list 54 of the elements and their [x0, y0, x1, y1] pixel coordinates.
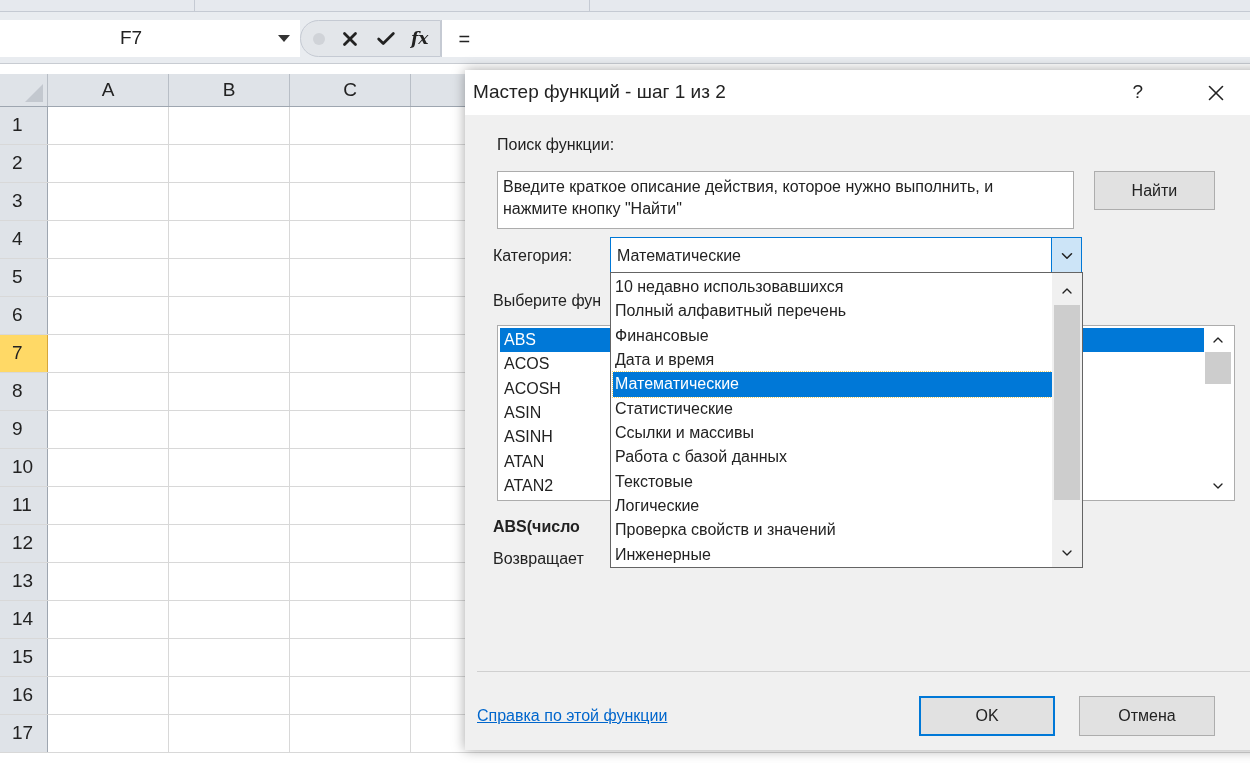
find-button[interactable]: Найти [1093, 171, 1215, 210]
category-dropdown[interactable]: Математические [610, 237, 1082, 275]
insert-function-button[interactable]: fx [411, 25, 429, 52]
row-header[interactable]: 15 [0, 639, 48, 676]
row-header[interactable]: 6 [0, 297, 48, 334]
function-signature: ABS(число [493, 517, 580, 537]
row-header[interactable]: 11 [0, 487, 48, 524]
select-all-icon [25, 84, 43, 102]
category-option[interactable]: Дата и время [613, 348, 1052, 373]
help-button[interactable]: ? [1132, 78, 1143, 107]
category-option[interactable]: Математические [613, 372, 1052, 397]
row-header[interactable]: 9 [0, 411, 48, 448]
category-option[interactable]: Инженерные [613, 542, 1052, 567]
category-option[interactable]: Статистические [613, 396, 1052, 421]
search-label: Поиск функции: [497, 135, 616, 155]
column-header[interactable]: A [48, 74, 169, 106]
row-header[interactable]: 3 [0, 183, 48, 220]
function-description: Возвращает [493, 549, 584, 569]
column-header[interactable]: C [290, 74, 411, 106]
scrollbar[interactable] [1052, 273, 1082, 567]
row-header[interactable]: 12 [0, 525, 48, 562]
row-header[interactable]: 16 [0, 677, 48, 714]
category-option[interactable]: Проверка свойств и значений [613, 518, 1052, 543]
category-label: Категория: [493, 246, 574, 266]
category-dropdown-menu[interactable] [610, 272, 1083, 568]
dialog-button[interactable]: Отмена [1079, 696, 1215, 736]
row-header[interactable]: 4 [0, 221, 48, 258]
help-link[interactable]: Справка по этой функции [477, 704, 895, 728]
scroll-thumb[interactable] [1054, 305, 1080, 500]
category-option[interactable]: 10 недавно использовавшихся [613, 275, 1052, 300]
row-header[interactable]: 8 [0, 373, 48, 410]
row-header[interactable]: 7 [0, 335, 48, 372]
row-header[interactable]: 1 [0, 107, 48, 144]
row-header[interactable]: 14 [0, 601, 48, 638]
caret-icon [278, 34, 290, 43]
row-header[interactable]: 13 [0, 563, 48, 600]
dialog-button[interactable]: OK [919, 696, 1055, 736]
name-box[interactable]: F7 [0, 20, 300, 57]
row-header[interactable]: 17 [0, 715, 48, 752]
column-header[interactable]: B [169, 74, 290, 106]
category-option[interactable]: Логические [613, 493, 1052, 519]
dialog-title: Мастер функций - шаг 1 из 2 [473, 80, 727, 105]
row-header[interactable]: 10 [0, 449, 48, 486]
category-option[interactable]: Текстовые [613, 469, 1052, 494]
category-option[interactable]: Работа с базой данных [613, 445, 1052, 470]
category-option[interactable]: Полный алфавитный перечень [613, 299, 1052, 324]
function-list-label: Выберите фун [493, 291, 602, 311]
formula-field[interactable]: = [441, 20, 1250, 57]
scroll-thumb[interactable] [1205, 352, 1231, 384]
category-option[interactable]: Финансовые [613, 323, 1052, 348]
row-header[interactable]: 5 [0, 259, 48, 296]
search-field[interactable]: Введите краткое описание действия, которое нужно выполнить, и нажмите кнопку "Найти" [497, 171, 1074, 229]
category-option[interactable]: Ссылки и массивы [613, 420, 1052, 446]
row-header[interactable]: 2 [0, 145, 48, 182]
